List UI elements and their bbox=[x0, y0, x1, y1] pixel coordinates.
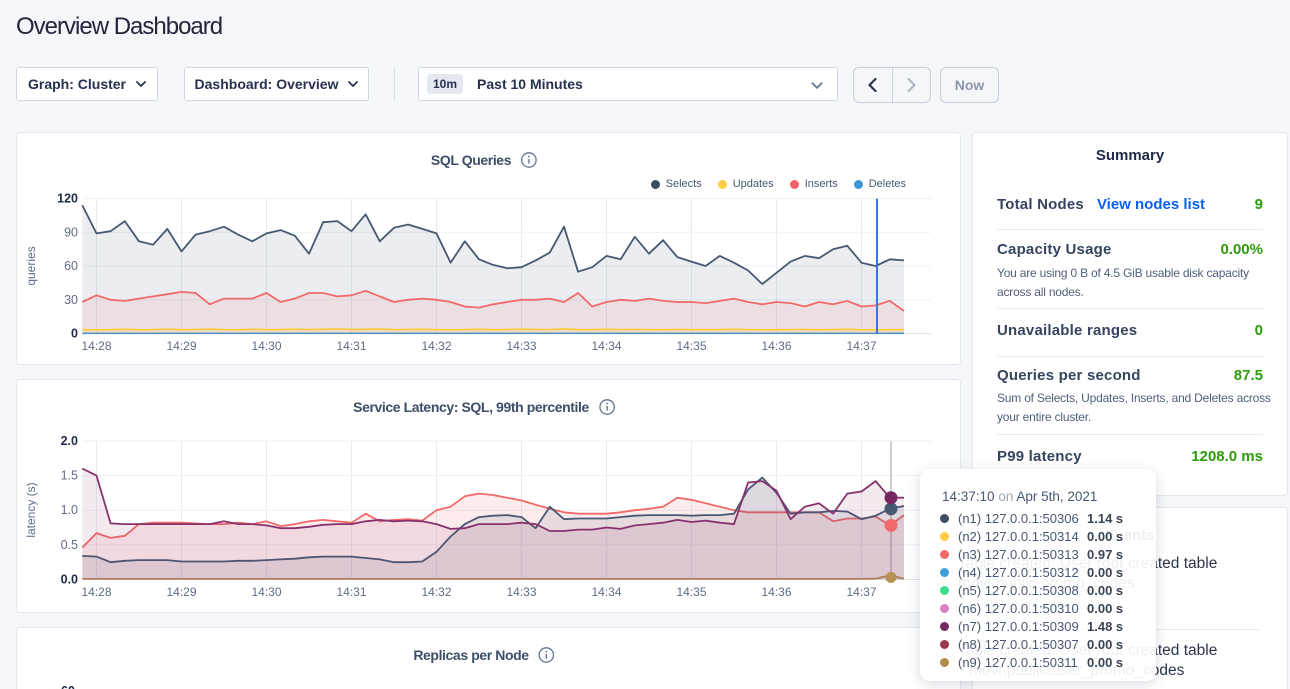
svg-text:14:35: 14:35 bbox=[676, 339, 706, 353]
svg-text:14:37: 14:37 bbox=[846, 585, 876, 599]
svg-text:14:34: 14:34 bbox=[591, 339, 621, 353]
svg-text:14:36: 14:36 bbox=[761, 339, 791, 353]
svg-text:14:30: 14:30 bbox=[251, 339, 281, 353]
svg-text:1.0: 1.0 bbox=[61, 503, 78, 517]
svg-text:0.0: 0.0 bbox=[61, 573, 78, 587]
svg-text:90: 90 bbox=[64, 225, 78, 239]
svg-text:30: 30 bbox=[64, 293, 78, 307]
svg-text:14:29: 14:29 bbox=[166, 339, 196, 353]
svg-text:14:31: 14:31 bbox=[336, 339, 366, 353]
svg-text:60: 60 bbox=[64, 259, 78, 273]
svg-text:14:28: 14:28 bbox=[81, 585, 111, 599]
svg-text:0: 0 bbox=[71, 327, 78, 341]
svg-text:14:32: 14:32 bbox=[421, 585, 451, 599]
svg-text:120: 120 bbox=[57, 192, 78, 206]
svg-text:14:33: 14:33 bbox=[506, 339, 536, 353]
svg-text:14:34: 14:34 bbox=[591, 585, 621, 599]
svg-text:14:32: 14:32 bbox=[421, 339, 451, 353]
svg-text:14:30: 14:30 bbox=[251, 585, 281, 599]
svg-text:14:36: 14:36 bbox=[761, 585, 791, 599]
svg-text:2.0: 2.0 bbox=[61, 434, 78, 448]
svg-text:14:35: 14:35 bbox=[676, 585, 706, 599]
svg-text:14:33: 14:33 bbox=[506, 585, 536, 599]
svg-text:latency (s): latency (s) bbox=[24, 482, 38, 537]
svg-text:1.5: 1.5 bbox=[61, 469, 78, 483]
svg-text:14:28: 14:28 bbox=[81, 339, 111, 353]
svg-text:14:29: 14:29 bbox=[166, 585, 196, 599]
svg-text:0.5: 0.5 bbox=[61, 538, 78, 552]
svg-text:queries: queries bbox=[24, 246, 38, 285]
svg-text:14:37: 14:37 bbox=[846, 339, 876, 353]
svg-text:14:31: 14:31 bbox=[336, 585, 366, 599]
